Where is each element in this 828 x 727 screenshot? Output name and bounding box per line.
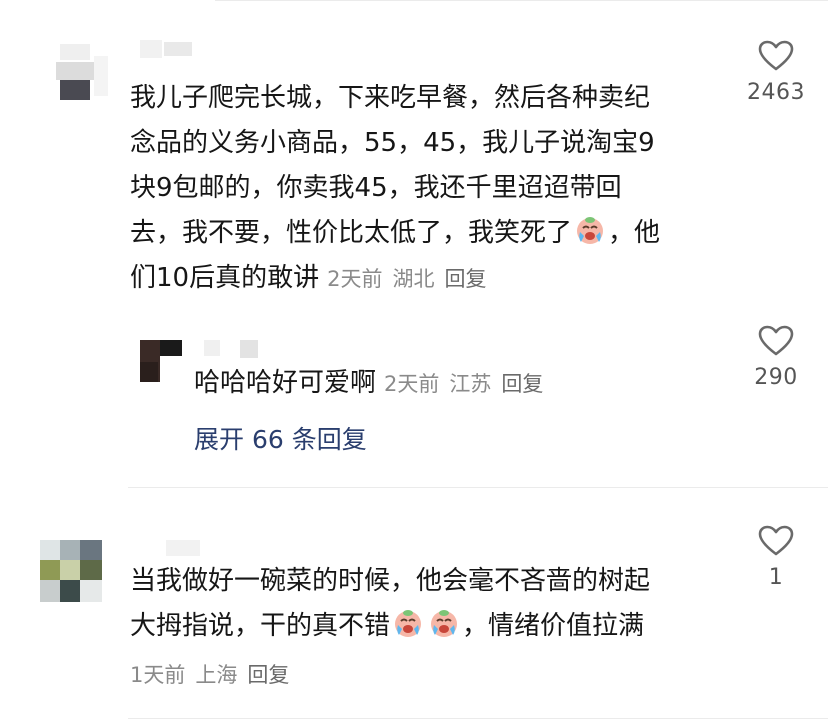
comment-line: 当我做好一碗菜的时候，他会毫不吝啬的树起 [130, 566, 651, 596]
comment-line: 们10后真的敢讲 2天前 湖北 回复 [130, 256, 660, 302]
comment-line: 去，我不要，性价比太低了，我笑死了 ，他 [130, 211, 660, 256]
reply-button[interactable]: 回复 [247, 663, 289, 687]
like-count: 1 [768, 565, 784, 590]
comment-line: 我儿子爬完长城，下来吃早餐，然后各种卖纪 [130, 83, 651, 113]
laugh-cry-emoji-icon [574, 214, 606, 246]
heart-icon [758, 40, 794, 71]
comment-meta: 2天前 湖北 回复 [327, 267, 496, 291]
comment-line: 大拇指说，干的真不错 ，情绪价值拉满 [130, 604, 650, 649]
comment-time: 2天前 [327, 267, 383, 291]
reply-like-count: 290 [754, 365, 798, 390]
heart-icon [758, 525, 794, 556]
avatar[interactable] [40, 540, 102, 602]
reply-button[interactable]: 回复 [444, 267, 486, 291]
laugh-cry-emoji-icon [392, 607, 424, 639]
reply-reply-button[interactable]: 回复 [501, 372, 543, 396]
reply-meta: 2天前 江苏 回复 [384, 372, 553, 396]
like-count: 2463 [747, 80, 805, 105]
comment-text: 当我做好一碗菜的时候，他会毫不吝啬的树起 大拇指说，干的真不错 ，情绪价值拉满 [130, 559, 650, 649]
comment-divider [128, 487, 828, 488]
username-blurred[interactable] [130, 40, 210, 60]
expand-replies-link[interactable]: 展开 66 条回复 [194, 420, 367, 456]
username-blurred[interactable] [130, 540, 210, 560]
reply-location: 江苏 [449, 372, 492, 396]
reply-like-button[interactable]: 290 [731, 325, 821, 390]
top-divider [215, 0, 828, 1]
reply-username-blurred[interactable] [196, 340, 276, 360]
comment-time: 1天前 [130, 663, 186, 687]
reply-text: 哈哈哈好可爱啊 2天前 江苏 回复 [194, 361, 553, 407]
comment-meta: 1天前 上海 回复 [130, 659, 299, 689]
heart-icon [758, 325, 794, 356]
like-button[interactable]: 1 [731, 525, 821, 590]
laugh-cry-emoji-icon [428, 607, 460, 639]
comment-text: 我儿子爬完长城，下来吃早餐，然后各种卖纪 念品的义务小商品，55，45，我儿子说… [130, 76, 660, 302]
comment-line: 块9包邮的，你卖我45，我还千里迢迢带回 [130, 173, 622, 203]
avatar[interactable] [46, 36, 114, 104]
bottom-divider [128, 718, 828, 719]
comment-location: 湖北 [392, 267, 435, 291]
like-button[interactable]: 2463 [731, 40, 821, 105]
reply-avatar[interactable] [140, 340, 182, 382]
comment-line: 念品的义务小商品，55，45，我儿子说淘宝9 [130, 128, 655, 158]
reply-time: 2天前 [384, 372, 440, 396]
comment-location: 上海 [195, 663, 238, 687]
